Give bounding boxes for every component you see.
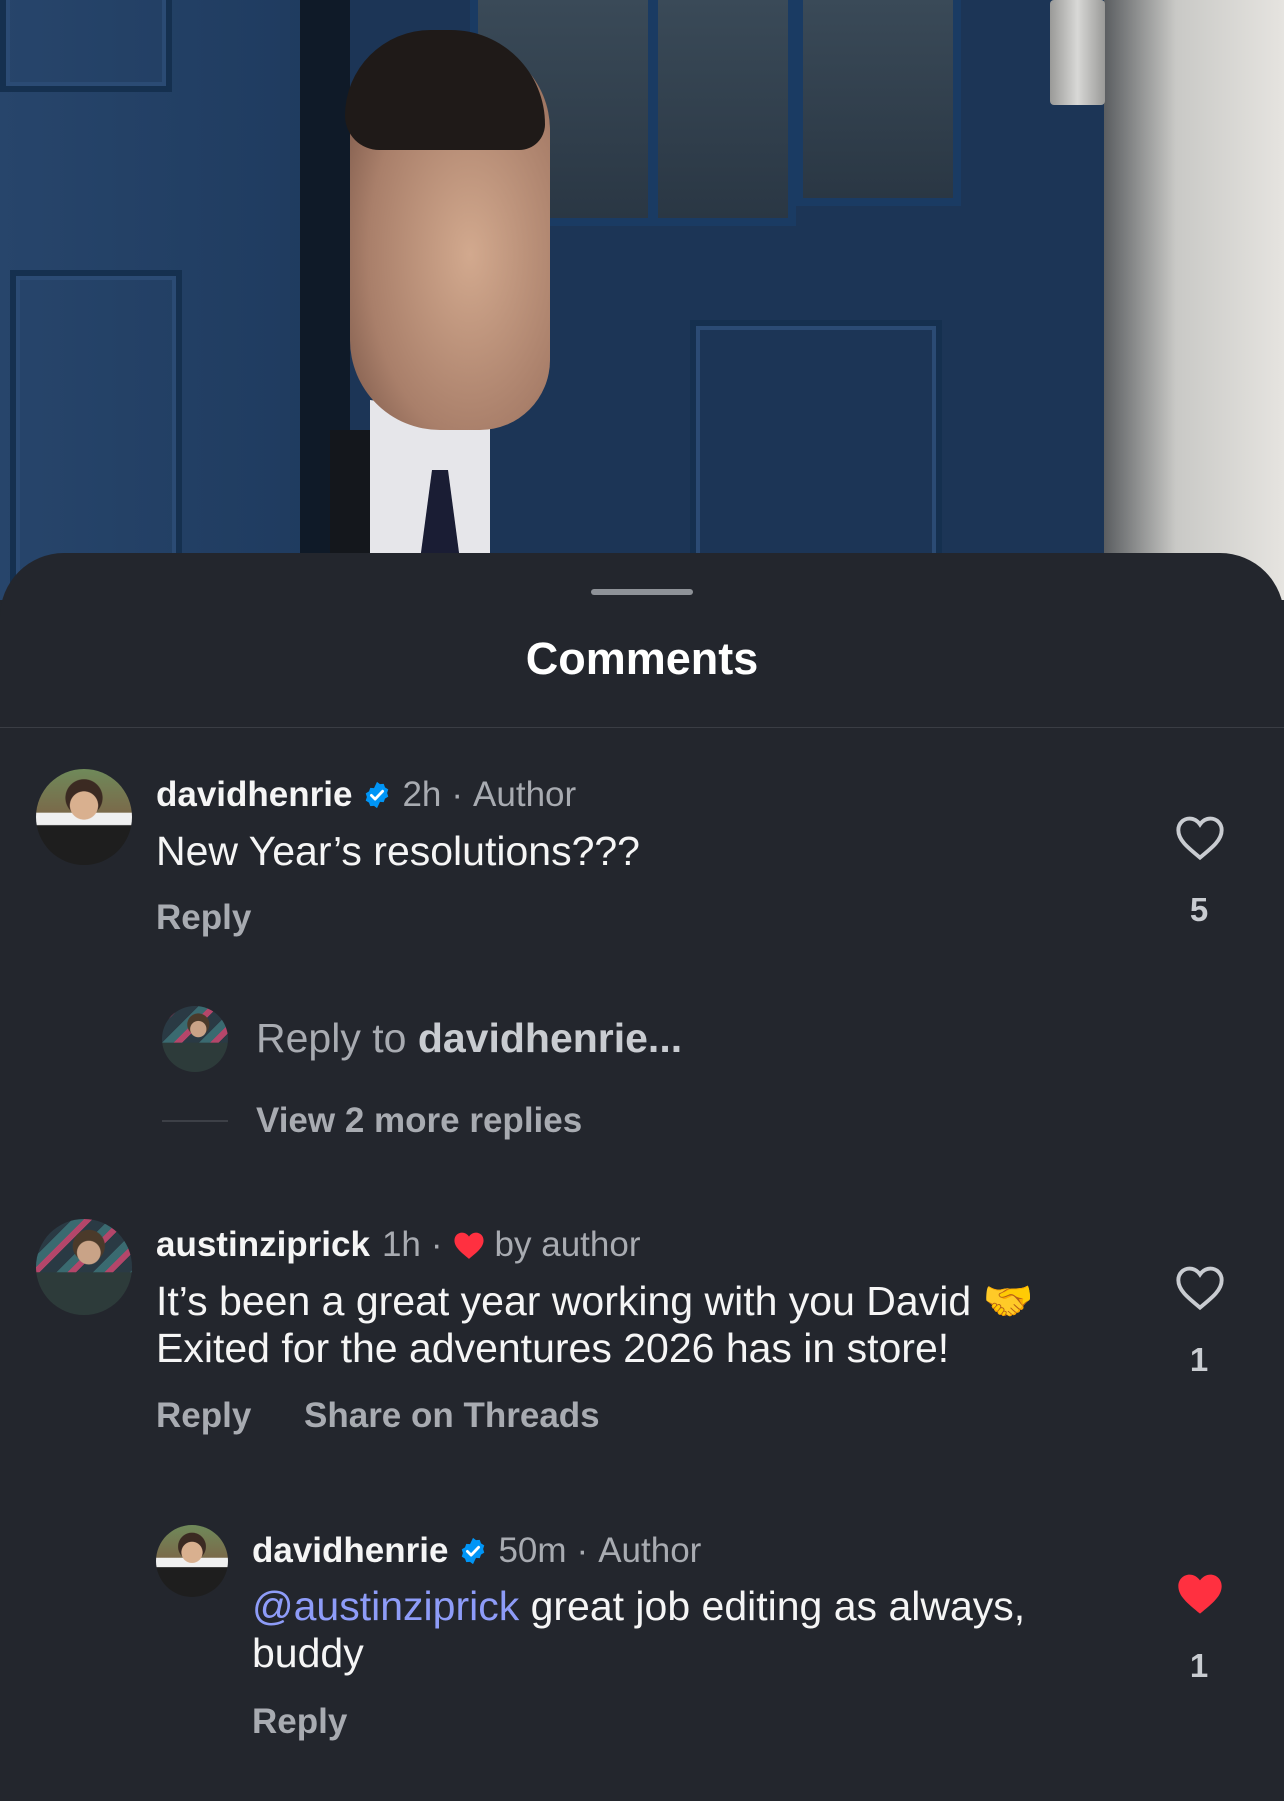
comment-header: davidhenrie 50m · Author (252, 1527, 701, 1575)
verified-badge-icon (462, 1537, 485, 1565)
avatar[interactable] (36, 769, 132, 865)
separator: · (576, 1531, 589, 1570)
wall (1104, 0, 1284, 600)
author-tag: Author (473, 775, 577, 814)
comment-text: New Year’s resolutions??? (156, 828, 640, 874)
door-window (650, 0, 796, 226)
heart-outline-icon[interactable] (1174, 813, 1226, 861)
like-count: 1 (1189, 1647, 1209, 1684)
mention-link[interactable]: @austinziprick (252, 1583, 519, 1629)
comment-line: Exited for the adventures 2026 has in st… (156, 1325, 950, 1371)
sheet-grabber[interactable] (591, 589, 693, 595)
video-background (0, 0, 1284, 600)
door-panel-top (0, 0, 172, 92)
divider (0, 727, 1284, 728)
reply-input[interactable]: Reply to davidhenrie... (256, 1015, 682, 1062)
liked-by-author: by author (494, 1225, 641, 1264)
avatar[interactable] (156, 1525, 228, 1597)
separator: · (430, 1225, 443, 1264)
heart-filled-icon[interactable] (1174, 1569, 1226, 1617)
comment-text: @austinziprick great job editing as alwa… (252, 1583, 1025, 1677)
separator: · (451, 775, 464, 814)
reply-button[interactable]: Reply (156, 1396, 251, 1436)
comment-line: It’s been a great year working with you … (156, 1278, 1034, 1324)
hinge (1050, 0, 1105, 105)
heart-outline-icon[interactable] (1174, 1263, 1226, 1311)
reply-button[interactable]: Reply (156, 898, 251, 938)
comment-rest: great job editing as always, (519, 1583, 1026, 1629)
door-panel (10, 270, 182, 600)
sheet-title: Comments (525, 633, 759, 684)
avatar[interactable] (36, 1219, 132, 1315)
author-tag: Author (598, 1531, 702, 1570)
verified-badge-icon (366, 781, 389, 809)
reply-button[interactable]: Reply (252, 1702, 347, 1742)
timestamp: 1h (381, 1225, 421, 1264)
view-more-replies-button[interactable]: View 2 more replies (256, 1101, 582, 1141)
reply-prefix: Reply to (256, 1015, 418, 1061)
reply-target: davidhenrie... (417, 1015, 683, 1061)
like-count: 1 (1189, 1341, 1209, 1378)
comment-header: davidhenrie 2h · Author (156, 771, 576, 819)
view-replies-line (162, 1120, 228, 1122)
comment-line: buddy (252, 1630, 364, 1676)
my-avatar (162, 1006, 228, 1072)
timestamp: 50m (498, 1531, 567, 1570)
username[interactable]: davidhenrie (156, 775, 352, 815)
username[interactable]: davidhenrie (252, 1531, 448, 1571)
share-on-threads-button[interactable]: Share on Threads (304, 1396, 600, 1436)
comment-text: It’s been a great year working with you … (156, 1278, 1034, 1372)
comment-header: austinziprick 1h · by author (156, 1221, 640, 1269)
username[interactable]: austinziprick (156, 1225, 370, 1265)
heart-filled-icon (454, 1232, 484, 1259)
like-count: 5 (1189, 891, 1209, 928)
timestamp: 2h (402, 775, 442, 814)
comments-sheet: Comments davidhenrie 2h · Author New Yea… (0, 553, 1284, 1801)
door-window (795, 0, 961, 206)
